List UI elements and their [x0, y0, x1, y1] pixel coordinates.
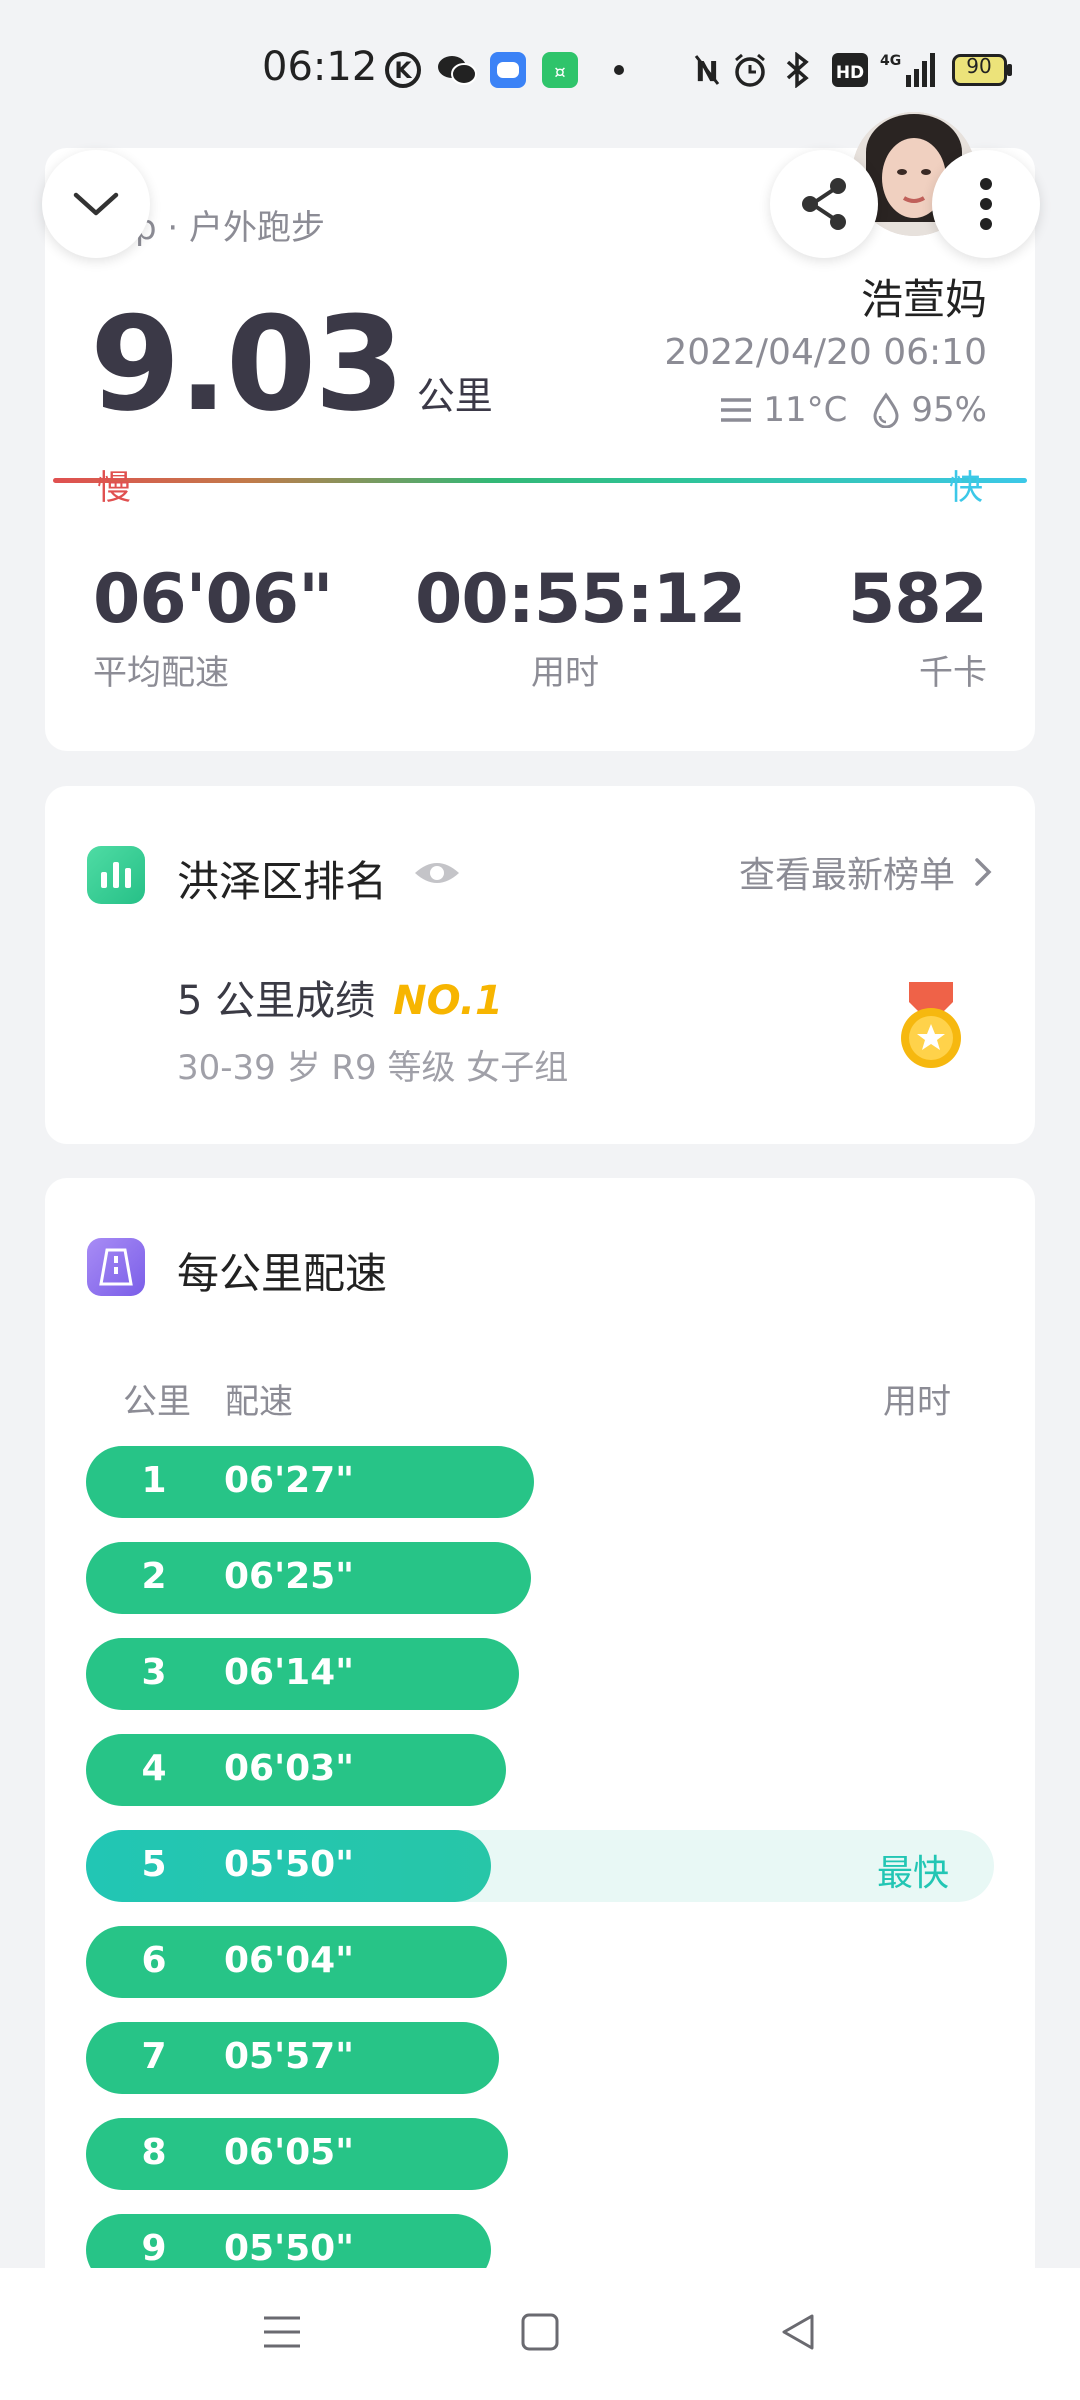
pace-row-value: 06'04": [224, 1940, 354, 1981]
user-name: 浩萱妈: [860, 275, 987, 324]
pace-row[interactable]: 9 05'50": [86, 2214, 491, 2268]
battery-icon: 90: [952, 52, 1014, 88]
pace-list: 1 06'27" 2 06'25" 3 06'14" 4 06'03" 最快 5 05'50" 6 06…: [45, 1178, 1035, 2268]
pace-row-km: 7: [141, 2036, 167, 2077]
distance-unit: 公里: [416, 374, 493, 418]
distance-block: 9.03 公里: [90, 288, 493, 440]
weather-info: 11°C 95%: [719, 390, 987, 430]
menu-icon[interactable]: [262, 2312, 302, 2352]
back-icon[interactable]: [778, 2312, 818, 2352]
pace-row-km: 6: [141, 1940, 167, 1981]
pace-row-km: 2: [141, 1556, 167, 1597]
pace-card: 每公里配速 公里 配速 用时 1 06'27" 2 06'25" 3 06'14" 4 06'…: [45, 1178, 1035, 2308]
achievement-label: 5 公里成绩: [177, 978, 376, 1024]
pace-row-km: 9: [141, 2228, 167, 2268]
pace-row-km: 4: [141, 1748, 167, 1789]
dot-icon: [612, 52, 626, 88]
nfc-icon: N: [692, 52, 722, 88]
medal-icon: [901, 982, 961, 1068]
stat-duration: 00:55:12 用时: [415, 560, 746, 694]
latest-leaderboard-label: 查看最新榜单: [738, 855, 955, 896]
pace-row-value: 05'50": [224, 1844, 354, 1885]
chevron-down-icon: [73, 192, 119, 216]
navigation-bar: [0, 2268, 1080, 2400]
achievement-line: 5 公里成绩 NO.1: [177, 968, 503, 1026]
fastest-label: 最快: [876, 1853, 949, 1894]
pace-row-km: 8: [141, 2132, 167, 2173]
pace-row-value: 06'14": [224, 1652, 354, 1693]
signal-icon: 4G: [878, 52, 940, 88]
alarm-icon: [732, 52, 768, 88]
svg-text:¤: ¤: [554, 62, 565, 83]
rank-badge: NO.1: [393, 978, 503, 1024]
pace-row[interactable]: 6 06'04": [86, 1926, 507, 1998]
pace-row[interactable]: 2 06'25": [86, 1542, 531, 1614]
humidity: 95%: [911, 390, 987, 430]
calories-value: 582: [848, 560, 988, 639]
more-options-button[interactable]: [932, 150, 1040, 258]
run-summary-card: p · 户外跑步 9.03 公里 浩萱妈 2022/04/20 06:10 11…: [45, 148, 1035, 751]
temperature: 11°C: [763, 390, 848, 430]
svg-text:HD: HD: [836, 63, 864, 83]
k-app-icon: K: [384, 52, 422, 88]
avg-pace-label: 平均配速: [93, 653, 229, 693]
duration-value: 00:55:12: [415, 560, 746, 639]
pace-row-value: 06'05": [224, 2132, 354, 2173]
ranking-title: 洪泽区排名: [177, 857, 388, 906]
fast-label: 快: [949, 468, 983, 508]
pace-row-value: 05'50": [224, 2228, 354, 2268]
stat-avg-pace: 06'06" 平均配速: [93, 560, 334, 694]
ranking-card: 洪泽区排名 查看最新榜单 5 公里成绩 NO.1 30-39 岁 R9 等级 女…: [45, 786, 1035, 1144]
pace-row-km: 3: [141, 1652, 167, 1693]
pace-row-value: 06'03": [224, 1748, 354, 1789]
slow-label: 慢: [97, 468, 131, 508]
collapse-button[interactable]: [42, 150, 150, 258]
bar-chart-icon: [87, 846, 145, 904]
more-vertical-icon: [980, 178, 992, 230]
hd-icon: HD: [832, 52, 868, 88]
distance-value: 9.03: [90, 288, 405, 440]
shop-app-icon: ¤: [542, 52, 578, 88]
message-app-icon: [490, 52, 526, 88]
home-icon[interactable]: [520, 2312, 560, 2352]
share-button[interactable]: [770, 150, 878, 258]
share-icon: [802, 178, 846, 230]
calories-label: 千卡: [919, 653, 987, 693]
humidity-icon: [873, 392, 899, 428]
weather-haze-icon: [721, 398, 752, 422]
eye-icon[interactable]: [413, 856, 461, 890]
pace-row-value: 06'27": [224, 1460, 354, 1501]
duration-label: 用时: [531, 653, 599, 693]
pace-row[interactable]: 7 05'57": [86, 2022, 499, 2094]
pace-row[interactable]: 3 06'14": [86, 1638, 519, 1710]
run-datetime: 2022/04/20 06:10: [664, 332, 987, 373]
avg-pace-value: 06'06": [93, 560, 334, 639]
pace-row-km: 1: [141, 1460, 167, 1501]
activity-type: p · 户外跑步: [135, 208, 326, 248]
wechat-icon: [436, 52, 478, 88]
pace-row-value: 05'57": [224, 2036, 354, 2077]
stat-calories: 582 千卡: [848, 560, 988, 694]
pace-row[interactable]: 5 05'50": [86, 1830, 491, 1902]
chevron-right-icon: [975, 858, 992, 886]
pace-row[interactable]: 1 06'27": [86, 1446, 534, 1518]
bluetooth-icon: [780, 52, 816, 88]
battery-level: 90: [966, 54, 992, 78]
pace-gradient-bar: [53, 478, 1027, 483]
pace-row[interactable]: 4 06'03": [86, 1734, 506, 1806]
svg-text:K: K: [394, 59, 412, 84]
svg-text:4G: 4G: [880, 53, 901, 69]
latest-leaderboard-link[interactable]: 查看最新榜单: [739, 846, 993, 898]
rank-group: 30-39 岁 R9 等级 女子组: [177, 1048, 569, 1088]
pace-row-value: 06'25": [224, 1556, 354, 1597]
pace-row[interactable]: 8 06'05": [86, 2118, 508, 2190]
pace-row-km: 5: [141, 1844, 167, 1885]
status-time: 06:12: [262, 44, 378, 90]
